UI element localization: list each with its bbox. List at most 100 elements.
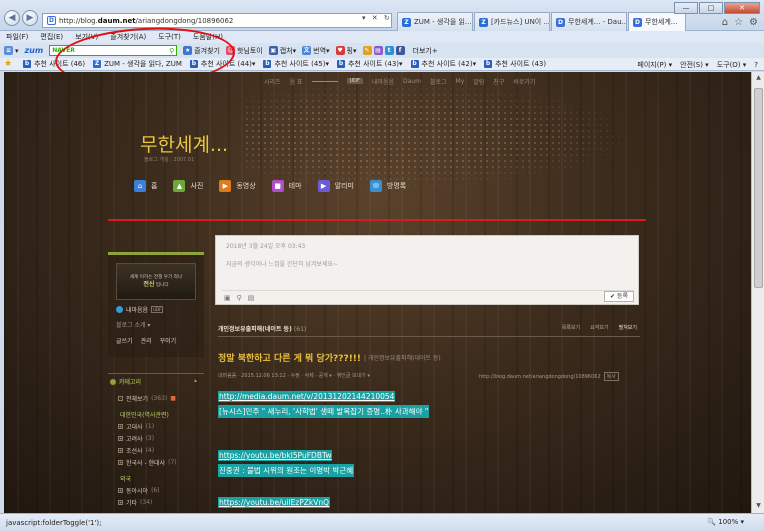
post-title[interactable]: 정말 북한하고 다른 게 뭐 당가???!!! [218,351,361,364]
category-item[interactable]: + 한국사 - 현대사 (7) [118,458,177,467]
daumbar-friends[interactable]: 친구 [493,77,504,86]
tools-menu[interactable]: 도구(O) ▾ [717,60,747,70]
expanded-view-link[interactable]: 펼쳐보기 [619,324,637,331]
zum-logo[interactable]: zum [25,46,44,55]
profile-badge: UDF [151,306,164,313]
post-link[interactable]: https://youtu.be/bkl5PuFDBTw [218,450,333,461]
favorites-star-icon[interactable]: ☆ [734,17,743,28]
category-item[interactable]: + 고대사 (1) [118,422,154,431]
home-icon[interactable]: ⌂ [722,17,728,28]
minimize-button[interactable]: — [674,2,698,14]
blog-title[interactable]: 무한세계... [140,130,228,157]
daumbar-daum[interactable]: Daum [403,78,421,85]
address-bar[interactable]: D http://blog. daum.net/ariangdongdong/10… [42,13,392,28]
toolbar-ping[interactable]: ♥ 핑 ▾ [335,46,357,56]
favorites-star-icon: ★ [4,59,13,69]
profile-image[interactable]: 세계 이하는 전쟁 우기 라나 전신 입니다 [116,263,196,300]
post-link[interactable]: https://youtu.be/uilEzPZkVnQ [218,497,331,508]
fav-item-4[interactable]: b 추천 사이트 (45) ▾ [263,59,329,69]
daumbar-shortcut[interactable]: 바로가기 [513,77,535,86]
write-link[interactable]: 글쓰기 [116,336,133,345]
menu-edit[interactable]: 편집(E) [40,32,63,42]
link-icon[interactable]: ⚲ [237,294,242,302]
category-item[interactable]: + 동아시아 (6) [118,486,160,495]
nav-label: 알리미 [334,182,354,190]
scroll-up-icon[interactable]: ▲ [754,74,763,83]
toolbar-capture[interactable]: ▣ 캡처 ▾ [268,46,296,56]
collapse-icon[interactable]: ▴ [194,377,197,384]
fav-label: 추천 사이트 (45) [274,60,326,68]
daumbar-my[interactable]: My [456,78,465,85]
facebook-icon: f [395,46,405,55]
vertical-scrollbar[interactable]: ▲ ▼ [751,72,764,513]
bing-icon: b [484,60,493,68]
close-button[interactable]: ✕ [724,2,760,14]
gear-icon[interactable]: ⚙ [749,17,758,28]
folder-icon: + [118,500,123,505]
safety-menu[interactable]: 안전(S) ▾ [680,60,709,70]
theme-icon: ■ [271,180,284,192]
toolbar-more[interactable]: 더보기+ [413,46,438,56]
category-header[interactable]: 카테고리 [110,377,141,386]
post-link[interactable]: http://media.daum.net/v/2013120214421005… [218,391,396,402]
help-icon[interactable]: ? [754,61,758,69]
scrollbar-thumb[interactable] [754,88,763,288]
back-button[interactable]: ◀ [4,10,20,26]
nav-video[interactable]: ▶ 동영상 [219,180,256,192]
camera-icon[interactable]: ▣ [224,294,231,302]
toolbar-translate[interactable]: 文 번역 ▾ [302,46,330,56]
category-item[interactable]: + 조선사 (4) [118,446,154,455]
category-label: 조선사 [126,448,143,455]
category-title[interactable]: 개인정보유출피해(네이트 등) (61) [218,324,306,333]
list-view-link[interactable]: 목록보기 [562,324,580,331]
profile-name[interactable]: 내마음음 UDF [116,305,164,314]
toolbar-dropdown[interactable]: ≡ ▾ [4,46,19,55]
daumbar-blog[interactable]: 블로그 [430,77,447,86]
nav-photo[interactable]: ▲ 사진 [173,180,203,192]
nav-home[interactable]: ⌂ 홈 [134,180,157,192]
decorate-link[interactable]: 꾸미기 [160,336,177,345]
scroll-down-icon[interactable]: ▼ [754,502,763,511]
favorites-star-button[interactable]: ★ [4,59,15,69]
tab-zum[interactable]: Z ZUM - 생각을 읽... [397,12,473,31]
category-item[interactable]: + 고려사 (3) [118,434,154,443]
category-group[interactable]: 대한민국(역사관련) [120,410,169,419]
daumbar-alarm[interactable]: 알림 [473,77,484,86]
toolbar-icons[interactable]: ✎ ▤ t f [362,46,407,55]
blog-nav: ⌂ 홈 ▲ 사진 ▶ 동영상 ■ 테마 ▶ 알리미 ✉ 방명록 [134,180,406,192]
copy-url-button[interactable]: 복사 [603,372,619,381]
post-category[interactable]: | 개인정보유출피해(네이트 등) [364,353,441,362]
attach-icon[interactable]: ▤ [248,294,255,302]
write-textarea[interactable]: 지금의 생각이나 느낌을 간단히 남겨보세요~ [226,259,338,268]
address-controls[interactable]: ▾ ✕ ↻ [362,14,392,22]
daumbar-music[interactable]: 음 표 [290,77,303,86]
category-item[interactable]: - 전체보기 (363) ■ [118,394,176,403]
forward-button[interactable]: ▶ [22,10,38,26]
menu-file[interactable]: 파일(F) [6,32,28,42]
zoom-control[interactable]: 🔍 100% ▾ [707,518,744,526]
tab-cardnews[interactable]: Z [카드뉴스] UN이 ... [474,12,550,31]
fav-item-5[interactable]: b 추천 사이트 (43) ▾ [336,59,403,69]
maximize-button[interactable]: □ [699,2,723,14]
nav-notify[interactable]: ▶ 알리미 [317,180,354,192]
nav-guestbook[interactable]: ✉ 방명록 [369,180,406,192]
nav-theme[interactable]: ■ 테마 [271,180,302,192]
blog-intro-toggle[interactable]: 블로그 소개 ▾ [116,320,150,329]
manage-link[interactable]: 관리 [141,336,152,345]
zum-favicon-icon: Z [479,17,488,27]
daum-favicon-icon: D [47,16,56,25]
fav-item-6[interactable]: b 추천 사이트 (42) ▾ [410,59,476,69]
submit-button[interactable]: ✔ 등록 [604,291,634,302]
tab-blog-daum[interactable]: D 무한세계... - Dau... [551,12,627,31]
tab-blog-active[interactable]: D 무한세계... [628,12,686,31]
page-menu[interactable]: 페이지(P) ▾ [637,60,672,70]
daumbar-series[interactable]: 시리즈 [264,77,281,86]
video-icon: ▶ [219,180,232,192]
category-item[interactable]: + 기타 (34) [118,498,152,507]
notify-icon: ▶ [317,180,330,192]
category-group[interactable]: 외국 [120,474,131,483]
fav-item-7[interactable]: b 추천 사이트 (43) [484,59,546,69]
write-tools: ▣ ⚲ ▤ [222,290,634,304]
summary-view-link[interactable]: 요약보기 [590,324,608,331]
daumbar-user[interactable]: 내마음음 [372,77,394,86]
